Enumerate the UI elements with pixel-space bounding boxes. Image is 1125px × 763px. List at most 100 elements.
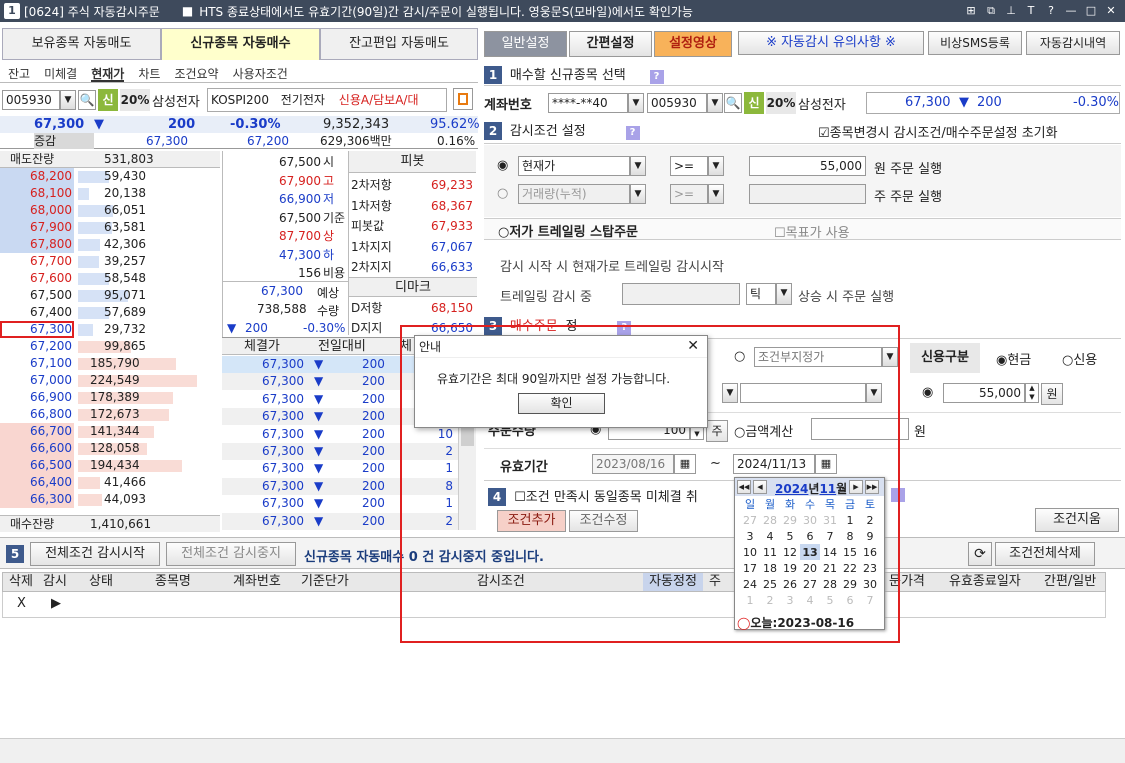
op2-dropdown-icon[interactable]: ▼ bbox=[708, 184, 724, 204]
cal-day[interactable]: 30 bbox=[860, 576, 880, 592]
trailing-stop-option[interactable]: ○저가 트레일링 스탑주문 bbox=[498, 221, 638, 240]
pin-icon[interactable]: ⊥ bbox=[1003, 3, 1019, 19]
cond-price-select[interactable]: 조건부지정가 bbox=[754, 347, 882, 367]
bid-price[interactable]: 66,700 bbox=[30, 423, 72, 440]
close-window-icon[interactable]: ✕ bbox=[1103, 3, 1119, 19]
section-3-help-icon[interactable]: ? bbox=[617, 321, 632, 335]
cal-day[interactable]: 27 bbox=[800, 576, 820, 592]
cal-day[interactable]: 1 bbox=[840, 512, 860, 528]
cal-day[interactable]: 23 bbox=[860, 560, 880, 576]
section-4-help-icon[interactable] bbox=[891, 488, 905, 502]
tick-select[interactable]: 틱 bbox=[746, 283, 776, 305]
account-input[interactable]: ****-**40 bbox=[548, 93, 628, 113]
bid-price[interactable]: 66,900 bbox=[30, 389, 72, 406]
cal-day[interactable]: 4 bbox=[800, 592, 820, 608]
cal-day[interactable]: 14 bbox=[820, 544, 840, 560]
cond-price-radio[interactable]: ○ bbox=[734, 349, 745, 364]
cond1-radio[interactable]: ◉ bbox=[497, 158, 508, 173]
bid-row[interactable]: 66,400 41,466 bbox=[0, 474, 220, 491]
cal-day[interactable]: 11 bbox=[760, 544, 780, 560]
edit-condition-button[interactable]: 조건수정 bbox=[569, 510, 638, 532]
cal-day[interactable]: 10 bbox=[740, 544, 760, 560]
left-search-icon[interactable]: 🔍 bbox=[78, 90, 96, 110]
cal-day[interactable]: 5 bbox=[820, 592, 840, 608]
cond1-select[interactable]: 현재가 bbox=[518, 156, 630, 176]
ask-price[interactable]: 67,600 bbox=[30, 270, 72, 287]
ask-row[interactable]: 67,500 95,071 bbox=[0, 287, 220, 304]
cal-day[interactable]: 6 bbox=[800, 528, 820, 544]
cal-day[interactable]: 12 bbox=[780, 544, 800, 560]
ask-row[interactable]: 67,900 63,581 bbox=[0, 219, 220, 236]
bid-price[interactable]: 66,600 bbox=[30, 440, 72, 457]
subtab-condition-summary[interactable]: 조건요약 bbox=[174, 65, 218, 82]
order-price-spinner[interactable]: ▲ ▼ bbox=[1025, 383, 1039, 403]
subtab-balance[interactable]: 잔고 bbox=[8, 65, 30, 82]
ask-row[interactable]: 68,000 66,051 bbox=[0, 202, 220, 219]
dialog-ok-button[interactable]: 확인 bbox=[518, 393, 605, 414]
cal-day[interactable]: 4 bbox=[760, 528, 780, 544]
bid-row[interactable]: 66,500 194,434 bbox=[0, 457, 220, 474]
bid-row[interactable]: 66,900 178,389 bbox=[0, 389, 220, 406]
subtab-user-condition[interactable]: 사용자조건 bbox=[233, 65, 288, 82]
row-delete-icon[interactable]: X bbox=[17, 592, 26, 616]
left-code-dropdown-icon[interactable]: ▼ bbox=[60, 90, 76, 110]
op1-dropdown-icon[interactable]: ▼ bbox=[708, 156, 724, 176]
trailing-input[interactable] bbox=[622, 283, 740, 305]
minimize-icon[interactable]: — bbox=[1063, 3, 1079, 19]
cal-day[interactable]: 16 bbox=[860, 544, 880, 560]
add-condition-button[interactable]: 조건추가 bbox=[497, 510, 566, 532]
ask-price[interactable]: 68,100 bbox=[30, 185, 72, 202]
cal-prev-month-icon[interactable]: ◀ bbox=[753, 480, 767, 494]
sec1-code-input[interactable]: 005930 bbox=[647, 93, 707, 113]
cal-day[interactable]: 6 bbox=[840, 592, 860, 608]
start-calendar-icon[interactable]: ▦ bbox=[674, 454, 696, 474]
left-stock-code-input[interactable]: 005930 bbox=[2, 90, 60, 110]
op1-select[interactable]: >= bbox=[670, 156, 708, 176]
ask-price[interactable]: 68,000 bbox=[30, 202, 72, 219]
ask-price[interactable]: 68,200 bbox=[30, 168, 72, 185]
cal-day[interactable]: 28 bbox=[760, 512, 780, 528]
all-watch-start-button[interactable]: 전체조건 감시시작 bbox=[30, 542, 160, 566]
subtab-unfilled[interactable]: 미체결 bbox=[44, 65, 77, 82]
cal-next-month-icon[interactable]: ▶ bbox=[849, 480, 863, 494]
cal-day[interactable]: 3 bbox=[780, 592, 800, 608]
cal-day[interactable]: 31 bbox=[820, 512, 840, 528]
order-sub-select[interactable] bbox=[740, 383, 866, 403]
cal-day[interactable]: 13 bbox=[800, 544, 820, 560]
reset-checkbox[interactable]: ☑ bbox=[818, 126, 830, 141]
settings-video-button[interactable]: 설정영상 bbox=[654, 31, 732, 57]
cal-day[interactable]: 7 bbox=[820, 528, 840, 544]
bid-row[interactable]: 67,100 185,790 bbox=[0, 355, 220, 372]
cal-day[interactable]: 25 bbox=[760, 576, 780, 592]
cal-day[interactable]: 18 bbox=[760, 560, 780, 576]
bid-price[interactable]: 66,800 bbox=[30, 406, 72, 423]
cond1-value-input[interactable]: 55,000 bbox=[749, 156, 866, 176]
row-watch-play-icon[interactable]: ▶ bbox=[51, 592, 61, 616]
bid-row[interactable]: 66,700 141,344 bbox=[0, 423, 220, 440]
account-dropdown-icon[interactable]: ▼ bbox=[628, 93, 644, 113]
ask-price[interactable]: 67,700 bbox=[30, 253, 72, 270]
ask-row[interactable]: 67,700 39,257 bbox=[0, 253, 220, 270]
cal-day[interactable]: 30 bbox=[800, 512, 820, 528]
cond1-dropdown-icon[interactable]: ▼ bbox=[630, 156, 646, 176]
cal-next-year-icon[interactable]: ▶▶ bbox=[865, 480, 879, 494]
cal-today[interactable]: 오늘:2023-08-16 bbox=[750, 616, 854, 630]
order-window-icon[interactable] bbox=[453, 88, 473, 110]
watch-history-button[interactable]: 자동감시내역 bbox=[1026, 31, 1120, 55]
section-2-help-icon[interactable]: ? bbox=[625, 126, 640, 140]
copy-window-icon[interactable]: ⧉ bbox=[983, 3, 999, 19]
cal-day[interactable]: 15 bbox=[840, 544, 860, 560]
bid-row[interactable]: 66,300 44,093 bbox=[0, 491, 220, 508]
cal-day[interactable]: 3 bbox=[740, 528, 760, 544]
cal-day[interactable]: 29 bbox=[840, 576, 860, 592]
cal-day[interactable]: 27 bbox=[740, 512, 760, 528]
cal-year[interactable]: 2024 bbox=[775, 482, 808, 496]
end-calendar-icon[interactable]: ▦ bbox=[815, 454, 837, 474]
tab-new-auto-buy[interactable]: 신규종목 자동매수 bbox=[161, 28, 320, 60]
cal-month[interactable]: 11 bbox=[819, 482, 836, 496]
cal-prev-year-icon[interactable]: ◀◀ bbox=[737, 480, 751, 494]
cal-day[interactable]: 17 bbox=[740, 560, 760, 576]
cal-day[interactable]: 7 bbox=[860, 592, 880, 608]
tab-holding-auto-sell[interactable]: 보유종목 자동매도 bbox=[2, 28, 161, 60]
delete-all-conditions-button[interactable]: 조건전체삭제 bbox=[995, 542, 1095, 566]
